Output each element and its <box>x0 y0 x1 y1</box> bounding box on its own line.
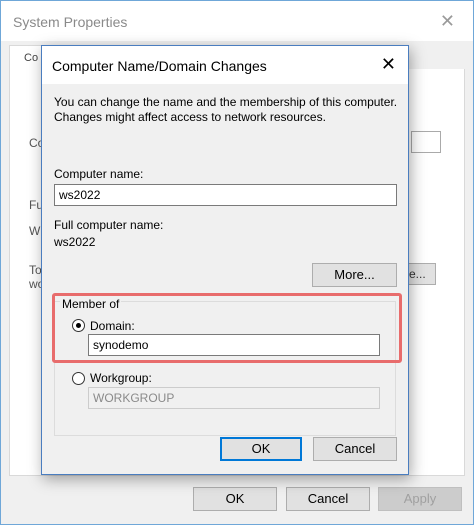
dialog-description: You can change the name and the membersh… <box>54 95 398 124</box>
change-button[interactable]: e... <box>406 263 436 285</box>
workgroup-label: Workgroup: <box>90 371 152 385</box>
full-computer-name-label: Full computer name: <box>54 218 164 232</box>
background-label-fragment: To <box>29 263 42 277</box>
background-description-input[interactable] <box>411 131 441 153</box>
domain-label: Domain: <box>90 319 135 333</box>
system-properties-title: System Properties <box>13 14 128 30</box>
close-icon[interactable]: ✕ <box>440 11 455 32</box>
background-label-fragment: W <box>29 224 41 238</box>
ok-button[interactable]: OK <box>220 437 302 461</box>
ok-button[interactable]: OK <box>193 487 277 511</box>
member-of-label: Member of <box>60 297 122 311</box>
full-computer-name-value: ws2022 <box>54 235 96 249</box>
computer-name-dialog: Computer Name/Domain Changes ✕ You can c… <box>41 45 409 475</box>
computer-name-input[interactable] <box>54 184 397 206</box>
domain-input[interactable] <box>88 334 380 356</box>
computer-name-label: Computer name: <box>54 167 144 181</box>
more-button[interactable]: More... <box>312 263 397 287</box>
cancel-button[interactable]: Cancel <box>286 487 370 511</box>
cancel-button[interactable]: Cancel <box>313 437 397 461</box>
workgroup-radio[interactable] <box>72 372 85 385</box>
close-icon[interactable]: ✕ <box>381 54 396 75</box>
dialog-titlebar: Computer Name/Domain Changes ✕ <box>42 46 408 84</box>
dialog-title: Computer Name/Domain Changes <box>52 58 267 74</box>
domain-radio[interactable] <box>72 319 85 332</box>
system-properties-titlebar: System Properties ✕ <box>1 1 473 41</box>
workgroup-input[interactable] <box>88 387 380 409</box>
apply-button[interactable]: Apply <box>378 487 462 511</box>
